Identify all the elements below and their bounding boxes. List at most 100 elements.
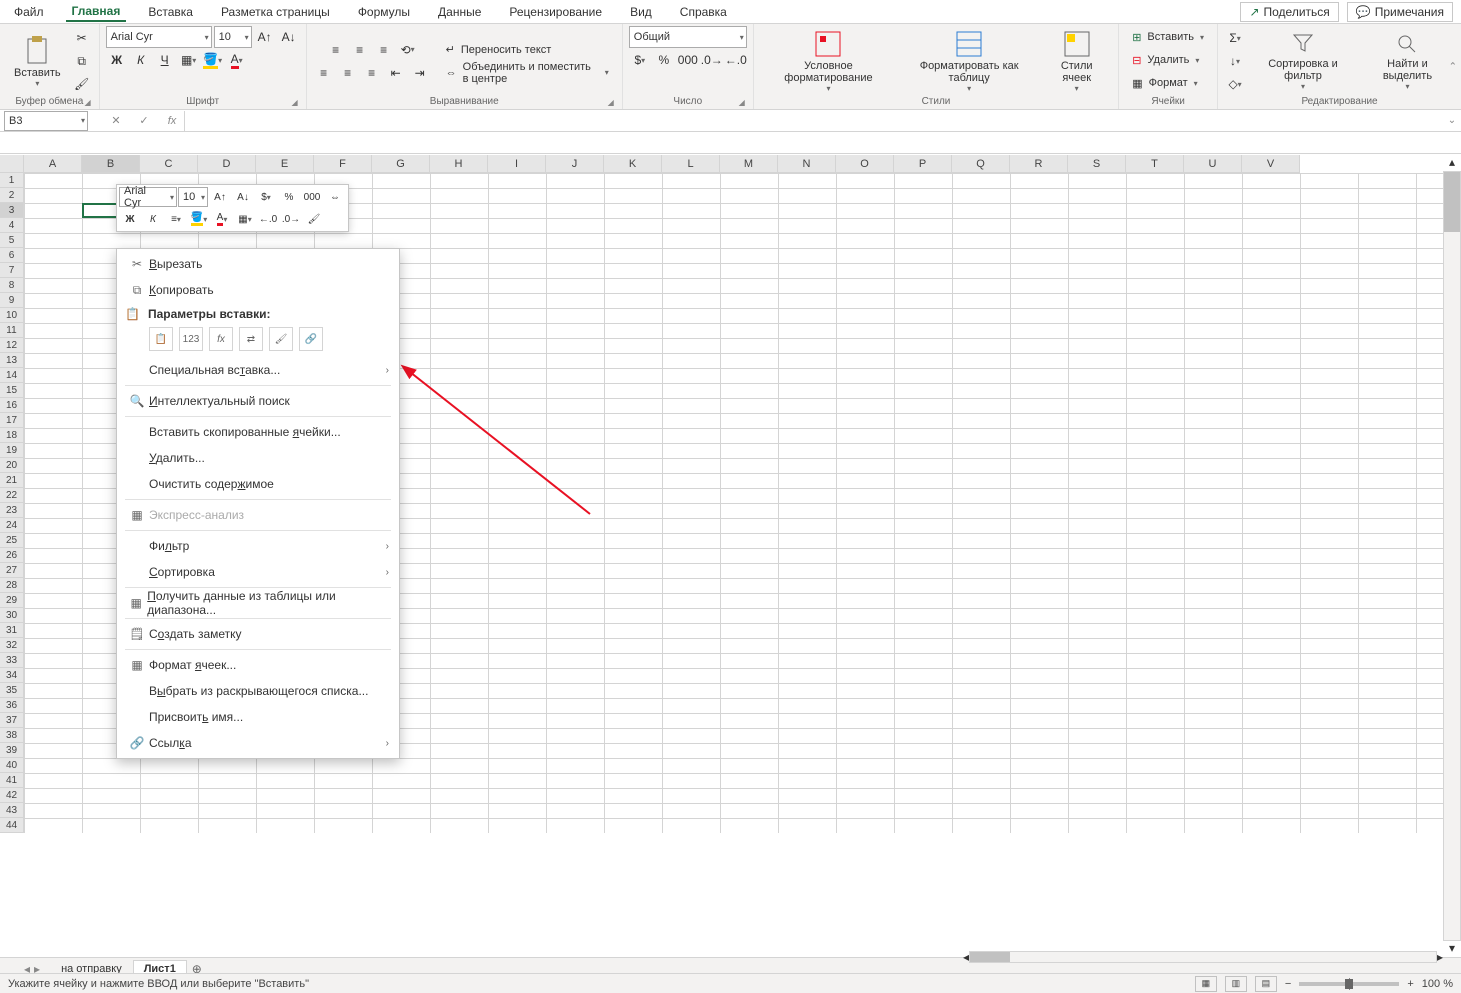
row-header-1[interactable]: 1 (0, 173, 24, 188)
mini-fill[interactable]: 🪣 (188, 209, 210, 229)
tab-help[interactable]: Справка (674, 3, 733, 21)
increase-font-button[interactable]: A↑ (254, 26, 276, 48)
view-page-layout-button[interactable]: ▥ (1225, 976, 1247, 992)
ctx-link[interactable]: 🔗Ссылка› (117, 730, 399, 756)
zoom-out-button[interactable]: − (1285, 978, 1291, 990)
row-header-21[interactable]: 21 (0, 473, 24, 488)
bold-button[interactable]: Ж (106, 49, 128, 71)
indent-dec-button[interactable]: ⇤ (385, 62, 407, 84)
align-top-button[interactable]: ≡ (325, 39, 347, 61)
copy-button[interactable]: ⧉ (71, 50, 93, 72)
row-header-41[interactable]: 41 (0, 773, 24, 788)
col-header-L[interactable]: L (662, 155, 720, 173)
row-header-6[interactable]: 6 (0, 248, 24, 263)
col-header-F[interactable]: F (314, 155, 372, 173)
cut-button[interactable]: ✂ (71, 27, 93, 49)
ctx-clear[interactable]: Очистить содержимое (117, 471, 399, 497)
mini-inc-font[interactable]: A↑ (209, 187, 231, 207)
ctx-cut[interactable]: ✂Вырезать (117, 251, 399, 277)
insert-cells-button[interactable]: ⊞Вставить (1125, 26, 1211, 48)
mini-align[interactable]: ≡ (165, 209, 187, 229)
row-header-16[interactable]: 16 (0, 398, 24, 413)
row-header-15[interactable]: 15 (0, 383, 24, 398)
font-size-combo[interactable]: 10 (214, 26, 252, 48)
row-header-14[interactable]: 14 (0, 368, 24, 383)
col-header-H[interactable]: H (430, 155, 488, 173)
cell-styles-button[interactable]: Стили ячеек (1041, 28, 1112, 95)
col-header-C[interactable]: C (140, 155, 198, 173)
row-header-3[interactable]: 3 (0, 203, 24, 218)
wrap-text-button[interactable]: ↵Переносить текст (439, 39, 559, 61)
share-button[interactable]: ↗Поделиться (1240, 2, 1338, 22)
paste-opt-values[interactable]: 123 (179, 327, 203, 351)
mini-fontcolor[interactable]: A (211, 209, 233, 229)
row-header-23[interactable]: 23 (0, 503, 24, 518)
select-all-corner[interactable] (0, 155, 24, 173)
col-header-V[interactable]: V (1242, 155, 1300, 173)
row-header-10[interactable]: 10 (0, 308, 24, 323)
mini-size-combo[interactable]: 10 (178, 187, 208, 207)
ctx-filter[interactable]: Фильтр› (117, 533, 399, 559)
col-header-G[interactable]: G (372, 155, 430, 173)
tab-view[interactable]: Вид (624, 3, 658, 21)
ctx-insert-copied[interactable]: Вставить скопированные ячейки... (117, 419, 399, 445)
col-header-T[interactable]: T (1126, 155, 1184, 173)
ctx-smart-lookup[interactable]: 🔍Интеллектуальный поиск (117, 388, 399, 414)
font-color-button[interactable]: A (226, 49, 248, 71)
row-header-33[interactable]: 33 (0, 653, 24, 668)
row-header-36[interactable]: 36 (0, 698, 24, 713)
row-header-19[interactable]: 19 (0, 443, 24, 458)
row-header-29[interactable]: 29 (0, 593, 24, 608)
number-launcher[interactable]: ◢ (739, 98, 745, 107)
row-header-12[interactable]: 12 (0, 338, 24, 353)
row-header-34[interactable]: 34 (0, 668, 24, 683)
mini-bold[interactable]: Ж (119, 209, 141, 229)
row-header-43[interactable]: 43 (0, 803, 24, 818)
comments-button[interactable]: 💬Примечания (1347, 2, 1453, 22)
sort-filter-button[interactable]: Сортировка и фильтр (1248, 30, 1358, 93)
border-button[interactable]: ▦ (178, 49, 200, 71)
vertical-scrollbar[interactable]: ▴▾ (1443, 155, 1461, 957)
row-header-17[interactable]: 17 (0, 413, 24, 428)
indent-inc-button[interactable]: ⇥ (409, 62, 431, 84)
row-header-30[interactable]: 30 (0, 608, 24, 623)
accounting-button[interactable]: $ (629, 49, 651, 71)
zoom-in-button[interactable]: + (1407, 978, 1413, 990)
enter-fx-button[interactable]: ✓ (132, 114, 156, 127)
row-header-13[interactable]: 13 (0, 353, 24, 368)
mini-dec-font[interactable]: A↓ (232, 187, 254, 207)
ctx-pick-from-list[interactable]: Выбрать из раскрывающегося списка... (117, 678, 399, 704)
tab-home[interactable]: Главная (66, 2, 127, 22)
fill-color-button[interactable]: 🪣 (202, 49, 224, 71)
row-header-11[interactable]: 11 (0, 323, 24, 338)
mini-accounting[interactable]: $ (255, 187, 277, 207)
row-header-4[interactable]: 4 (0, 218, 24, 233)
find-select-button[interactable]: Найти и выделить (1360, 30, 1455, 93)
align-mid-button[interactable]: ≡ (349, 39, 371, 61)
paste-button[interactable]: Вставить (6, 33, 69, 90)
view-page-break-button[interactable]: ▤ (1255, 976, 1277, 992)
autosum-button[interactable]: Σ (1224, 27, 1246, 49)
clear-button[interactable]: ◇ (1224, 73, 1246, 95)
collapse-ribbon-button[interactable]: ⌃ (1449, 61, 1457, 72)
dec-decimal-button[interactable]: ←.0 (725, 49, 747, 71)
name-box[interactable]: B3 (4, 111, 88, 131)
orientation-button[interactable]: ⟲ (397, 39, 419, 61)
align-launcher[interactable]: ◢ (608, 98, 614, 107)
mini-dec-decimal[interactable]: ←.0 (257, 209, 279, 229)
align-bot-button[interactable]: ≡ (373, 39, 395, 61)
ctx-get-data[interactable]: ▦Получить данные из таблицы или диапазон… (117, 590, 399, 616)
col-header-A[interactable]: A (24, 155, 82, 173)
col-header-N[interactable]: N (778, 155, 836, 173)
row-header-44[interactable]: 44 (0, 818, 24, 833)
mini-percent[interactable]: % (278, 187, 300, 207)
mini-italic[interactable]: К (142, 209, 164, 229)
mini-inc-decimal[interactable]: .0→ (280, 209, 302, 229)
row-header-27[interactable]: 27 (0, 563, 24, 578)
fill-button[interactable]: ↓ (1224, 50, 1246, 72)
mini-border[interactable]: ▦ (234, 209, 256, 229)
fx-button[interactable]: fx (160, 115, 184, 127)
cond-format-button[interactable]: Условное форматирование (760, 28, 897, 95)
align-left-button[interactable]: ≡ (313, 62, 335, 84)
tab-insert[interactable]: Вставка (142, 3, 199, 21)
